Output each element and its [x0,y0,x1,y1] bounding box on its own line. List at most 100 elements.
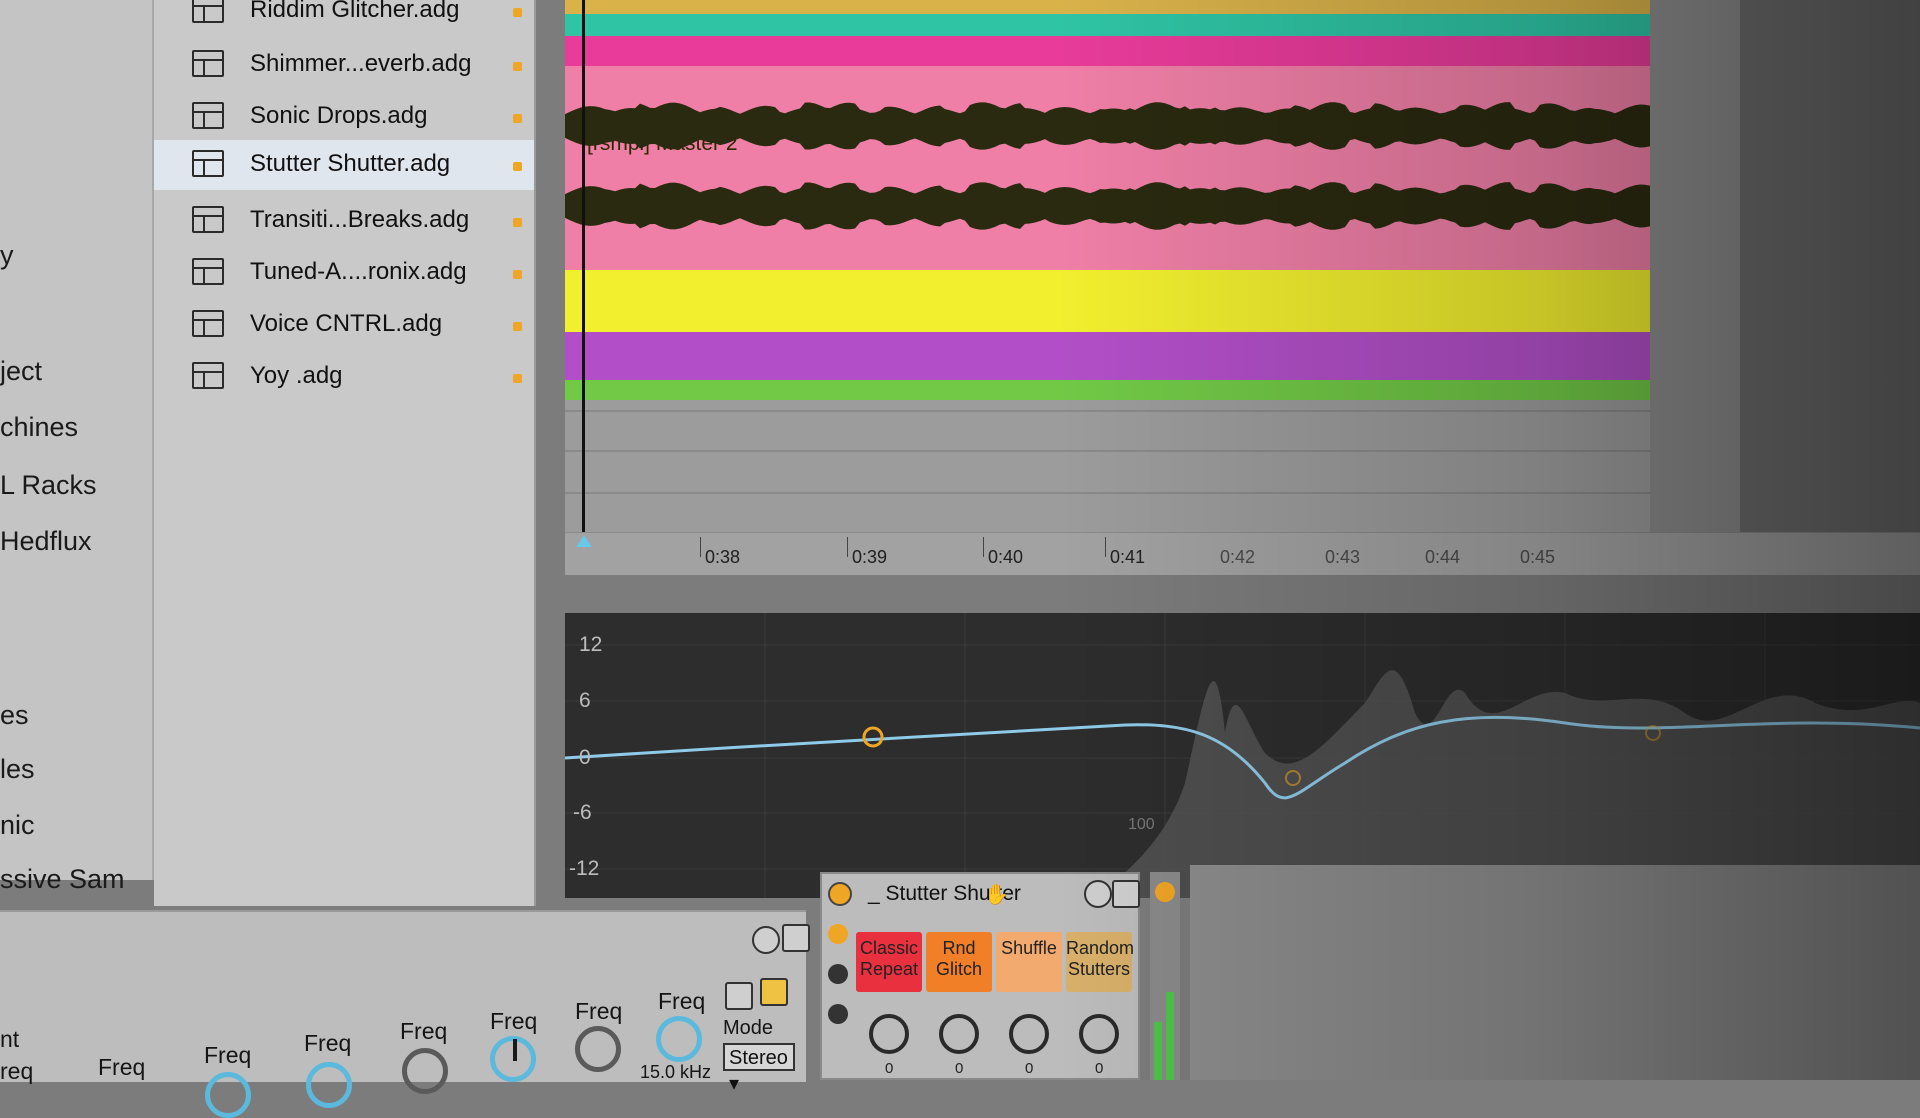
sidebar-item[interactable]: nic [0,810,35,841]
sidebar-item[interactable]: ject [0,356,42,387]
freq-label: Freq [575,998,623,1024]
macro-label: Shuffle [996,932,1062,992]
freq-knob[interactable] [490,1036,536,1082]
freq-label: Freq [490,1008,538,1034]
freq-knob[interactable] [205,1072,251,1118]
lane-divider [565,410,1680,412]
headphone-icon[interactable] [725,982,753,1010]
mode-label: Mode [723,1017,774,1039]
file-list: Riddim Glitcher.adg Shimmer...everb.adg … [154,0,536,906]
tag-dot [513,114,522,123]
file-row[interactable]: Sonic Drops.adg [154,92,534,142]
sidebar-item[interactable]: es [0,700,29,731]
file-row[interactable]: Shimmer...everb.adg [154,40,534,90]
save-preset-icon[interactable] [782,924,810,952]
track-lane[interactable] [565,270,1680,332]
rack-file-icon [192,0,224,23]
track-lane[interactable] [565,14,1680,36]
db-label: -6 [573,801,592,824]
file-name: Transiti...Breaks.adg [250,206,470,233]
freq-knob[interactable] [402,1048,448,1094]
file-row[interactable]: Transiti...Breaks.adg [154,196,534,246]
loop-start-marker[interactable] [576,535,592,547]
tag-dot [513,62,522,71]
file-name: Yoy .adg [250,362,343,389]
eq-band-point [862,726,884,748]
ruler-tick [983,537,984,557]
track-lane[interactable] [565,380,1680,400]
chain-list-icon[interactable] [828,964,848,984]
tag-dot [513,218,522,227]
playhead[interactable] [582,0,585,542]
ruler-label: 0:40 [988,547,1024,567]
file-name: Stutter Shutter.adg [250,150,451,177]
rack-file-icon [192,362,224,389]
hot-swap-icon[interactable] [1084,880,1112,908]
ruler-label: 0:39 [852,547,888,567]
rack-file-icon [192,150,224,177]
waveform-channel [565,182,1680,230]
track-lane[interactable] [565,36,1680,66]
freq-knob[interactable] [575,1026,621,1072]
lane-divider [565,450,1680,452]
db-label: 6 [579,689,591,712]
sidebar-item[interactable]: y [0,240,14,271]
file-row[interactable]: Yoy .adg [154,352,534,402]
freq-label: 100 [1128,816,1155,833]
macro-label: Random Stutters [1066,932,1134,992]
ruler-label: 0:43 [1325,547,1361,567]
file-row[interactable]: Voice CNTRL.adg [154,300,534,350]
ruler-label: 0:41 [1110,547,1146,567]
tag-dot [513,374,522,383]
rack-file-icon [192,258,224,285]
db-label: 0 [579,746,591,769]
ruler-tick [847,537,848,557]
file-name: Shimmer...everb.adg [250,50,472,77]
macro-knob[interactable] [939,1014,979,1054]
macro-knob[interactable] [869,1014,909,1054]
file-row[interactable]: Riddim Glitcher.adg [154,0,534,36]
track-lane[interactable] [565,0,1680,14]
waveform [565,102,1680,230]
freq-knob[interactable] [656,1016,702,1062]
audio-clip[interactable]: [rsmpl] Master 2 [565,66,1680,270]
power-icon[interactable] [1155,882,1175,902]
sidebar-item[interactable]: ssive Sam [0,864,125,895]
time-ruler[interactable]: 0:38 0:39 0:40 0:41 0:42 0:43 0:44 0:45 [565,532,1920,575]
file-name: Sonic Drops.adg [250,102,428,129]
eq-display[interactable]: 12 6 0 -6 -12 100 [565,613,1920,898]
ruler-label: 0:42 [1220,547,1256,567]
freq-label: Freq [658,988,706,1014]
tag-dot [513,162,522,171]
hot-swap-icon[interactable] [752,926,780,954]
mode-select[interactable]: Stereo ▾ [723,1043,795,1095]
analyzer-icon[interactable] [760,978,788,1006]
device-drop-area[interactable] [1190,865,1920,1080]
device-list-icon[interactable] [828,1004,848,1024]
save-preset-icon[interactable] [1112,880,1140,908]
track-lane[interactable] [565,332,1680,380]
power-icon[interactable] [828,882,852,906]
file-name: Riddim Glitcher.adg [250,0,460,23]
eq-graph [565,613,1920,898]
sidebar-item[interactable]: Hedflux [0,526,92,557]
knob-needle [513,1039,517,1061]
macro-map-icon[interactable] [828,924,848,944]
tag-dot [513,322,522,331]
file-row-selected[interactable]: Stutter Shutter.adg [154,140,534,190]
browser-sidebar: y ject chines L Racks Hedflux es les nic… [0,0,154,894]
db-label: -12 [569,857,600,880]
sidebar-item[interactable]: L Racks [0,470,97,501]
freq-knob[interactable] [306,1062,352,1108]
freq-label: Freq [304,1030,352,1056]
file-row[interactable]: Tuned-A....ronix.adg [154,248,534,298]
rack-file-icon [192,50,224,77]
spectrum [1095,670,1920,898]
macro-label: Classic Repeat [856,932,922,992]
rack-file-icon [192,206,224,233]
sidebar-item[interactable]: les [0,754,35,785]
sidebar-item[interactable]: chines [0,412,78,443]
macro-knob[interactable] [1079,1014,1119,1054]
macro-knob[interactable] [1009,1014,1049,1054]
freq-label: Freq [204,1042,252,1068]
